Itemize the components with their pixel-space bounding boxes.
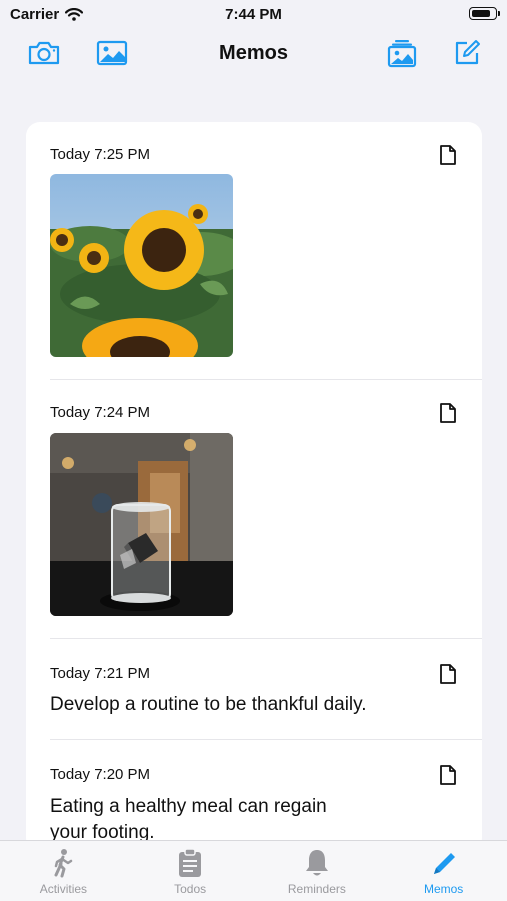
compose-icon [455, 40, 480, 65]
memo-item[interactable]: Today 7:20 PM Eating a healthy meal can … [26, 740, 482, 852]
memo-item[interactable]: Today 7:24 PM [26, 380, 482, 639]
memo-list: Today 7:25 PM Today 7:24 PM Today 7:21 P… [26, 122, 482, 852]
tab-label: Activities [39, 882, 88, 896]
tab-todos[interactable]: Todos [127, 841, 254, 901]
tab-label: Todos [174, 882, 207, 896]
tab-reminders[interactable]: Reminders [254, 841, 381, 901]
clipboard-icon [179, 848, 202, 877]
pencil-icon [433, 853, 455, 874]
memo-text: Eating a healthy meal can regain your fo… [50, 794, 430, 846]
tab-memos[interactable]: Memos [380, 841, 507, 901]
walking-icon [54, 849, 73, 878]
document-icon[interactable] [438, 764, 458, 786]
photo-stack-button[interactable] [384, 38, 420, 68]
document-icon[interactable] [438, 144, 458, 166]
memo-timestamp: Today 7:21 PM [50, 665, 151, 682]
memo-timestamp: Today 7:25 PM [50, 146, 151, 163]
memo-timestamp: Today 7:20 PM [50, 766, 151, 783]
tab-label: Memos [423, 882, 464, 896]
nav-bar: Memos [0, 30, 507, 76]
bell-icon [305, 850, 328, 876]
memo-text-line: Eating a healthy meal can regain [50, 796, 327, 817]
tab-activities[interactable]: Activities [0, 841, 127, 901]
memo-item[interactable]: Today 7:21 PM Develop a routine to be th… [26, 639, 482, 740]
photo-stack-icon [387, 40, 417, 68]
glass-jar-photo [50, 433, 233, 616]
battery-level [472, 10, 490, 17]
status-bar: Carrier 7:44 PM [0, 0, 507, 30]
tab-bar: Activities Todos Reminders Memos [0, 840, 507, 901]
memo-image[interactable] [50, 433, 233, 616]
status-time: 7:44 PM [225, 6, 282, 23]
compose-button[interactable] [449, 38, 485, 68]
tab-label: Reminders [287, 882, 346, 896]
memo-image[interactable] [50, 174, 233, 357]
document-icon[interactable] [438, 402, 458, 424]
memo-item[interactable]: Today 7:25 PM [26, 122, 482, 380]
battery-icon [469, 7, 500, 20]
memo-text: Develop a routine to be thankful daily. [50, 694, 367, 715]
page-title: Memos [219, 42, 288, 64]
memo-timestamp: Today 7:24 PM [50, 404, 151, 421]
sunflowers-photo [50, 174, 233, 357]
document-icon[interactable] [438, 663, 458, 685]
